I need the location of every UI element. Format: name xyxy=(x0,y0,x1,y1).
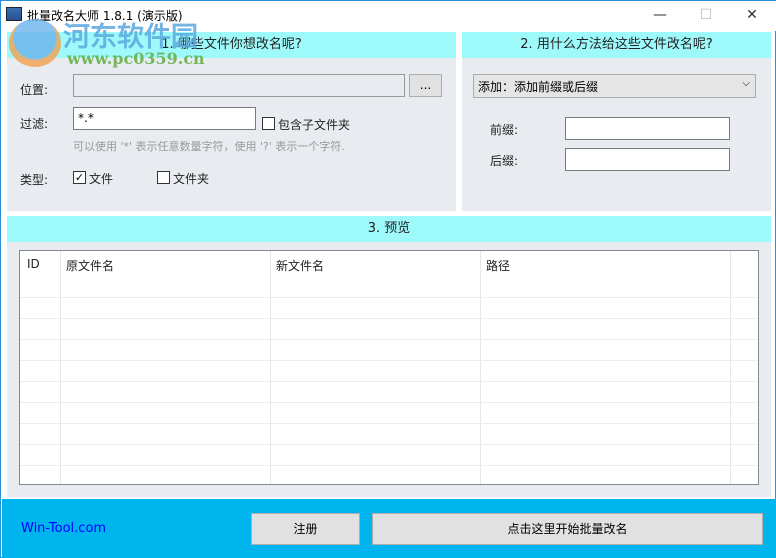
filter-input[interactable]: *.* xyxy=(73,107,256,130)
grid-line xyxy=(20,444,758,445)
grid-line xyxy=(20,381,758,382)
grid-line xyxy=(20,318,758,319)
preview-panel: 3. 预览 ID 原文件名 新文件名 路径 xyxy=(7,216,771,497)
grid-line xyxy=(20,402,758,403)
watermark-logo xyxy=(9,19,61,67)
website-link[interactable]: Win-Tool.com xyxy=(21,521,106,536)
prefix-label: 前缀: xyxy=(490,123,519,137)
grid-line xyxy=(20,423,758,424)
checkmark-icon: ✓ xyxy=(74,171,85,184)
footer-bar: Win-Tool.com 注册 点击这里开始批量改名 xyxy=(2,499,776,558)
grid-line xyxy=(20,465,758,466)
maximize-button[interactable]: ☐ xyxy=(683,1,729,31)
prefix-input[interactable] xyxy=(565,117,730,140)
column-header-new-name[interactable]: 新文件名 xyxy=(276,257,324,274)
location-input[interactable] xyxy=(73,74,405,97)
column-divider xyxy=(270,251,271,484)
include-subfolders-label[interactable]: 包含子文件夹 xyxy=(278,116,350,133)
preview-list[interactable]: ID 原文件名 新文件名 路径 xyxy=(19,250,759,485)
column-header-original-name[interactable]: 原文件名 xyxy=(66,257,114,274)
filter-hint: 可以使用 '*' 表示任意数量字符，使用 '?' 表示一个字符. xyxy=(73,140,345,153)
register-button[interactable]: 注册 xyxy=(251,513,360,545)
section2-header: 2. 用什么方法给这些文件改名呢? xyxy=(462,32,771,58)
method-select[interactable]: 添加：添加前缀或后缀 ⌵ xyxy=(473,74,756,98)
suffix-label: 后缀: xyxy=(490,154,519,168)
location-label: 位置: xyxy=(20,83,49,97)
app-icon xyxy=(6,7,22,21)
type-label: 类型: xyxy=(20,173,49,187)
minimize-button[interactable]: — xyxy=(637,1,683,31)
chevron-down-icon: ⌵ xyxy=(742,78,750,89)
watermark-url: www.pc0359.cn xyxy=(67,49,205,68)
suffix-input[interactable] xyxy=(565,148,730,171)
column-divider xyxy=(60,251,61,484)
column-divider xyxy=(730,251,731,484)
start-rename-button[interactable]: 点击这里开始批量改名 xyxy=(372,513,763,545)
type-file-label[interactable]: 文件 xyxy=(89,170,113,187)
grid-line xyxy=(20,297,758,298)
type-folder-label[interactable]: 文件夹 xyxy=(173,170,209,187)
include-subfolders-checkbox[interactable] xyxy=(262,117,275,130)
type-file-checkbox[interactable]: ✓ xyxy=(73,171,86,184)
app-window: 批量改名大师 1.8.1 (演示版) — ☐ ✕ 1. 哪些文件你想改名呢? 位… xyxy=(0,0,776,558)
filter-label: 过滤: xyxy=(20,117,49,131)
column-divider xyxy=(480,251,481,484)
column-header-id[interactable]: ID xyxy=(27,257,40,271)
method-selected: 添加：添加前缀或后缀 xyxy=(478,80,599,94)
close-button[interactable]: ✕ xyxy=(729,1,775,31)
type-folder-checkbox[interactable] xyxy=(157,171,170,184)
section3-header: 3. 预览 xyxy=(7,216,771,242)
column-header-path[interactable]: 路径 xyxy=(486,257,510,274)
browse-button[interactable]: ... xyxy=(409,74,442,97)
grid-line xyxy=(20,339,758,340)
grid-line xyxy=(20,360,758,361)
rename-method-panel: 2. 用什么方法给这些文件改名呢? 添加：添加前缀或后缀 ⌵ 前缀: 后缀: xyxy=(462,32,771,211)
